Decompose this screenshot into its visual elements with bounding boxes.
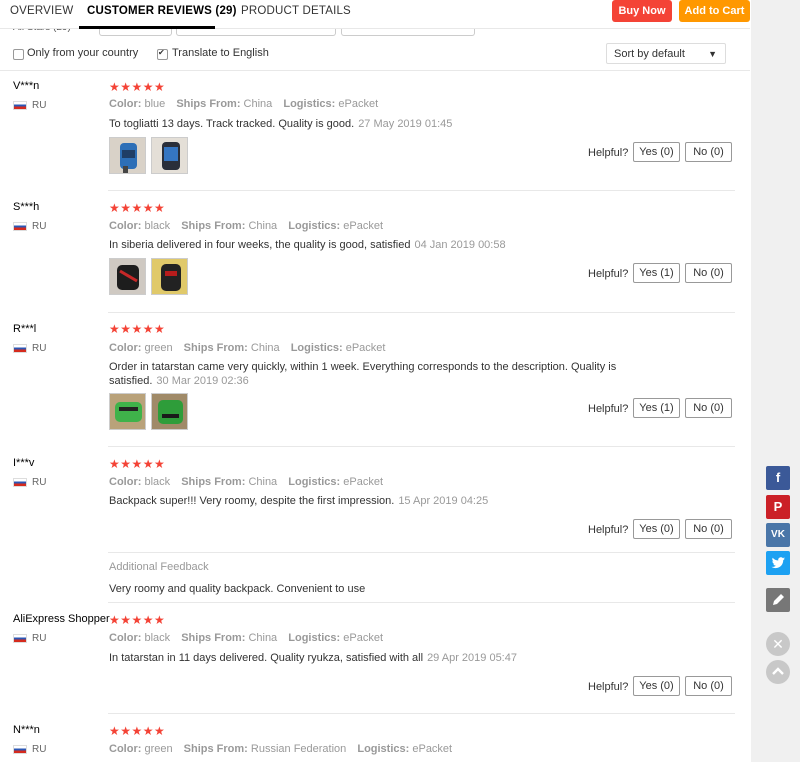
reviewer-name: V***n bbox=[13, 80, 40, 92]
review-photo[interactable] bbox=[109, 137, 146, 174]
flag-icon bbox=[13, 344, 27, 353]
tab-bar: OVERVIEW CUSTOMER REVIEWS (29) PRODUCT D… bbox=[0, 0, 750, 29]
only-country-label: Only from your country bbox=[27, 47, 139, 59]
helpful-label: Helpful? bbox=[588, 268, 629, 280]
helpful-no-button[interactable]: No (0) bbox=[685, 398, 732, 418]
star-rating: ★★★★★ bbox=[109, 80, 166, 94]
star-rating: ★★★★★ bbox=[109, 457, 166, 471]
review-date: 29 Apr 2019 05:47 bbox=[427, 652, 517, 664]
edit-icon[interactable] bbox=[766, 588, 790, 612]
divider bbox=[108, 190, 735, 191]
additional-feedback-heading: Additional Feedback bbox=[109, 561, 209, 573]
helpful-no-button[interactable]: No (0) bbox=[685, 519, 732, 539]
reviewer-country: RU bbox=[32, 477, 47, 488]
helpful-label: Helpful? bbox=[588, 524, 629, 536]
divider bbox=[108, 602, 735, 603]
filter-select-3[interactable] bbox=[341, 28, 475, 36]
star-rating: ★★★★★ bbox=[109, 201, 166, 215]
reviewer-country: RU bbox=[32, 221, 47, 232]
flag-icon bbox=[13, 634, 27, 643]
star-rating: ★★★★★ bbox=[109, 322, 166, 336]
filter-select-2[interactable] bbox=[176, 28, 336, 36]
divider bbox=[108, 713, 735, 714]
translate-label: Translate to English bbox=[172, 47, 269, 59]
review-meta: Color: black Ships From: China Logistics… bbox=[109, 476, 384, 488]
reviewer-country: RU bbox=[32, 633, 47, 644]
star-rating: ★★★★★ bbox=[109, 724, 166, 738]
helpful-label: Helpful? bbox=[588, 681, 629, 693]
pinterest-icon[interactable]: P bbox=[766, 495, 790, 519]
review-text: To togliatti 13 days. Track tracked. Qua… bbox=[109, 118, 453, 130]
review-date: 04 Jan 2019 00:58 bbox=[414, 239, 506, 251]
tab-customer-reviews[interactable]: CUSTOMER REVIEWS (29) bbox=[87, 5, 237, 17]
helpful-yes-button[interactable]: Yes (1) bbox=[633, 263, 680, 283]
divider bbox=[108, 312, 735, 313]
review-photo[interactable] bbox=[151, 258, 188, 295]
review-photo[interactable] bbox=[151, 137, 188, 174]
twitter-icon[interactable] bbox=[766, 551, 790, 575]
review-photo[interactable] bbox=[109, 258, 146, 295]
helpful-no-button[interactable]: No (0) bbox=[685, 676, 732, 696]
review-text: Backpack super!!! Very roomy, despite th… bbox=[109, 495, 489, 507]
reviewer-country: RU bbox=[32, 343, 47, 354]
reviewer-name: I***v bbox=[13, 457, 35, 469]
reviewer-name: S***h bbox=[13, 201, 40, 213]
helpful-label: Helpful? bbox=[588, 147, 629, 159]
divider bbox=[108, 552, 735, 553]
helpful-no-button[interactable]: No (0) bbox=[685, 263, 732, 283]
reviewer-name: AliExpress Shopper bbox=[13, 613, 110, 625]
review-photo[interactable] bbox=[109, 393, 146, 430]
reviewer-name: R***l bbox=[13, 323, 37, 335]
helpful-yes-button[interactable]: Yes (0) bbox=[633, 676, 680, 696]
tab-product-details[interactable]: PRODUCT DETAILS bbox=[241, 5, 351, 17]
review-meta: Color: green Ships From: China Logistics… bbox=[109, 342, 386, 354]
active-tab-indicator bbox=[79, 26, 215, 29]
sort-select[interactable]: Sort by default ▼ bbox=[606, 43, 726, 64]
buy-now-button[interactable]: Buy Now bbox=[612, 0, 672, 22]
chevron-down-icon: ▼ bbox=[708, 49, 717, 59]
flag-icon bbox=[13, 101, 27, 110]
only-country-checkbox[interactable] bbox=[13, 49, 24, 60]
review-meta: Color: black Ships From: China Logistics… bbox=[109, 220, 384, 232]
helpful-yes-button[interactable]: Yes (0) bbox=[633, 142, 680, 162]
flag-icon bbox=[13, 745, 27, 754]
additional-feedback-text: Very roomy and quality backpack. Conveni… bbox=[109, 583, 366, 595]
tab-overview[interactable]: OVERVIEW bbox=[10, 5, 73, 17]
flag-icon bbox=[13, 478, 27, 487]
star-filter-select[interactable] bbox=[99, 28, 172, 36]
review-text: In tatarstan in 11 days delivered. Quali… bbox=[109, 652, 517, 664]
helpful-yes-button[interactable]: Yes (0) bbox=[633, 519, 680, 539]
review-date: 30 Mar 2019 02:36 bbox=[156, 375, 249, 387]
review-text: In siberia delivered in four weeks, the … bbox=[109, 239, 506, 251]
helpful-label: Helpful? bbox=[588, 403, 629, 415]
review-text: Order in tatarstan came very quickly, wi… bbox=[109, 361, 617, 387]
star-rating: ★★★★★ bbox=[109, 613, 166, 627]
add-to-cart-button[interactable]: Add to Cart bbox=[679, 0, 750, 22]
review-meta: Color: blue Ships From: China Logistics:… bbox=[109, 98, 379, 110]
reviewer-name: N***n bbox=[13, 724, 40, 736]
review-meta: Color: green Ships From: Russian Federat… bbox=[109, 743, 453, 755]
scroll-top-icon[interactable] bbox=[766, 660, 790, 684]
vk-icon[interactable]: VK bbox=[766, 523, 790, 547]
sort-select-value: Sort by default bbox=[614, 48, 685, 60]
reviewer-country: RU bbox=[32, 100, 47, 111]
review-meta: Color: black Ships From: China Logistics… bbox=[109, 632, 384, 644]
review-date: 15 Apr 2019 04:25 bbox=[398, 495, 489, 507]
review-date: 27 May 2019 01:45 bbox=[358, 118, 453, 130]
helpful-yes-button[interactable]: Yes (1) bbox=[633, 398, 680, 418]
divider bbox=[108, 446, 735, 447]
reviewer-country: RU bbox=[32, 744, 47, 755]
flag-icon bbox=[13, 222, 27, 231]
translate-checkbox[interactable] bbox=[157, 48, 168, 60]
review-photo[interactable] bbox=[151, 393, 188, 430]
helpful-no-button[interactable]: No (0) bbox=[685, 142, 732, 162]
close-icon[interactable]: ✕ bbox=[766, 632, 790, 656]
facebook-icon[interactable]: f bbox=[766, 466, 790, 490]
